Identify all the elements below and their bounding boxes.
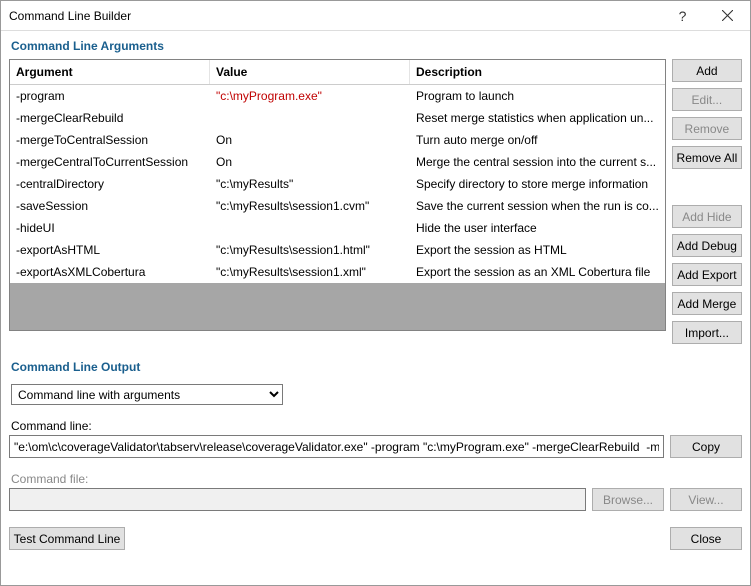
table-body[interactable]: -program"c:\myProgram.exe"Program to lau…	[10, 85, 665, 330]
table-header-row: Argument Value Description	[10, 60, 665, 85]
cell-description: Export the session as an XML Cobertura f…	[410, 263, 665, 281]
table-row[interactable]: -hideUI Hide the user interface	[10, 217, 665, 239]
test-command-line-button[interactable]: Test Command Line	[9, 527, 125, 550]
cell-value: "c:\myResults\session1.xml"	[210, 263, 410, 281]
cell-description: Specify directory to store merge informa…	[410, 175, 665, 193]
table-row[interactable]: -exportAsHTML"c:\myResults\session1.html…	[10, 239, 665, 261]
command-line-input[interactable]	[9, 435, 664, 458]
command-line-label: Command line:	[9, 415, 742, 435]
cell-description: Hide the user interface	[410, 219, 665, 237]
add-button[interactable]: Add	[672, 59, 742, 82]
cell-description: Program to launch	[410, 87, 665, 105]
table-row[interactable]: -mergeToCentralSessionOnTurn auto merge …	[10, 129, 665, 151]
cell-value: "c:\myResults"	[210, 175, 410, 193]
help-button[interactable]: ?	[660, 1, 705, 31]
output-section-title: Command Line Output	[1, 352, 750, 380]
cell-description: Reset merge statistics when application …	[410, 109, 665, 127]
cell-value: On	[210, 131, 410, 149]
cell-description: Turn auto merge on/off	[410, 131, 665, 149]
cell-argument: -exportAsXMLCobertura	[10, 263, 210, 281]
output-mode-dropdown[interactable]: Command line with arguments	[11, 384, 283, 405]
table-row[interactable]: -exportAsXMLCobertura"c:\myResults\sessi…	[10, 261, 665, 283]
cell-value: On	[210, 153, 410, 171]
header-value[interactable]: Value	[210, 60, 410, 84]
close-window-button[interactable]	[705, 1, 750, 31]
cell-argument: -hideUI	[10, 219, 210, 237]
cell-argument: -exportAsHTML	[10, 241, 210, 259]
window-title: Command Line Builder	[9, 9, 660, 23]
table-row[interactable]: -saveSession"c:\myResults\session1.cvm"S…	[10, 195, 665, 217]
cell-argument: -mergeCentralToCurrentSession	[10, 153, 210, 171]
cell-argument: -saveSession	[10, 197, 210, 215]
cell-argument: -mergeToCentralSession	[10, 131, 210, 149]
browse-button[interactable]: Browse...	[592, 488, 664, 511]
cell-value	[210, 219, 410, 237]
command-file-input	[9, 488, 586, 511]
arguments-table: Argument Value Description -program"c:\m…	[9, 59, 666, 331]
cell-value	[210, 109, 410, 127]
cell-description: Export the session as HTML	[410, 241, 665, 259]
arguments-section-title: Command Line Arguments	[1, 31, 750, 59]
cell-value: "c:\myResults\session1.html"	[210, 241, 410, 259]
cell-argument: -mergeClearRebuild	[10, 109, 210, 127]
header-argument[interactable]: Argument	[10, 60, 210, 84]
add-export-button[interactable]: Add Export	[672, 263, 742, 286]
command-file-label: Command file:	[9, 468, 742, 488]
close-button[interactable]: Close	[670, 527, 742, 550]
cell-description: Merge the central session into the curre…	[410, 153, 665, 171]
table-row[interactable]: -program"c:\myProgram.exe"Program to lau…	[10, 85, 665, 107]
import-button[interactable]: Import...	[672, 321, 742, 344]
table-row[interactable]: -mergeCentralToCurrentSessionOnMerge the…	[10, 151, 665, 173]
remove-all-button[interactable]: Remove All	[672, 146, 742, 169]
table-row[interactable]: -mergeClearRebuild Reset merge statistics…	[10, 107, 665, 129]
cell-argument: -program	[10, 87, 210, 105]
add-merge-button[interactable]: Add Merge	[672, 292, 742, 315]
cell-argument: -centralDirectory	[10, 175, 210, 193]
view-button[interactable]: View...	[670, 488, 742, 511]
close-icon	[722, 10, 733, 21]
remove-button[interactable]: Remove	[672, 117, 742, 140]
edit-button[interactable]: Edit...	[672, 88, 742, 111]
cell-value: "c:\myProgram.exe"	[210, 87, 410, 105]
header-description[interactable]: Description	[410, 60, 665, 84]
cell-description: Save the current session when the run is…	[410, 197, 665, 215]
add-hide-button[interactable]: Add Hide	[672, 205, 742, 228]
copy-button[interactable]: Copy	[670, 435, 742, 458]
table-row[interactable]: -centralDirectory"c:\myResults"Specify d…	[10, 173, 665, 195]
add-debug-button[interactable]: Add Debug	[672, 234, 742, 257]
cell-value: "c:\myResults\session1.cvm"	[210, 197, 410, 215]
